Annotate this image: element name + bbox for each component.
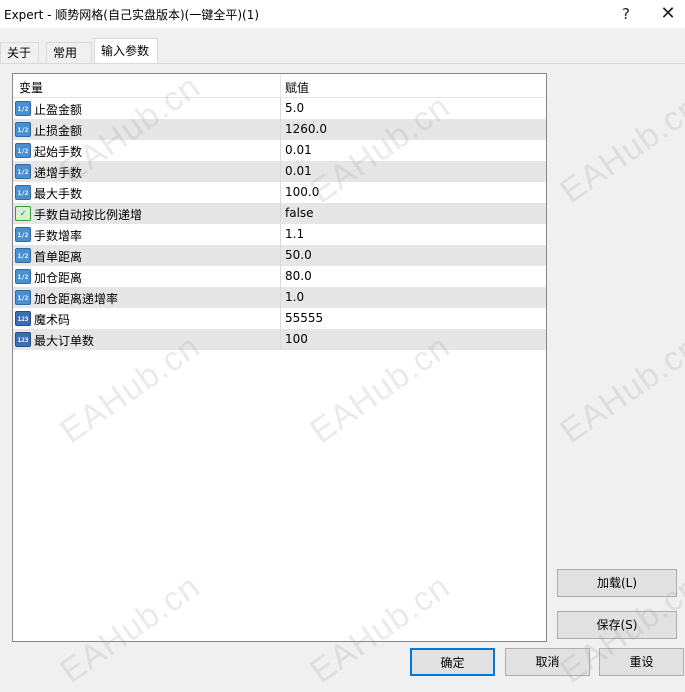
cell-divider xyxy=(280,224,281,245)
parameter-name: 起始手数 xyxy=(34,145,83,159)
parameter-value[interactable]: 1260.0 xyxy=(285,122,327,136)
cancel-button[interactable]: 取消 xyxy=(505,648,590,676)
parameter-value[interactable]: 5.0 xyxy=(285,101,304,115)
double-type-icon: 1/2 xyxy=(15,185,31,200)
column-header-value[interactable]: 赋值 xyxy=(285,79,309,96)
double-type-icon: 1/2 xyxy=(15,269,31,284)
watermark: EAHub.cn xyxy=(553,87,685,211)
column-divider[interactable] xyxy=(280,74,281,98)
parameters-grid[interactable]: 变量 赋值 1/2 止盈金额 5.0 1/2 止损金额 1260.0 1/2 起始手数 0.01… xyxy=(12,73,547,642)
double-type-icon: 1/2 xyxy=(15,227,31,242)
parameter-name: 最大订单数 xyxy=(34,334,95,348)
parameter-name: 手数自动按比例递增 xyxy=(34,208,143,222)
double-type-icon: 1/2 xyxy=(15,164,31,179)
cell-divider xyxy=(280,287,281,308)
cell-divider xyxy=(280,308,281,329)
table-row[interactable]: 1/2 止损金额 1260.0 xyxy=(13,119,546,140)
parameter-value[interactable]: 100 xyxy=(285,332,308,346)
table-row[interactable]: ✓ 手数自动按比例递增 false xyxy=(13,203,546,224)
cell-divider xyxy=(280,329,281,350)
table-row[interactable]: 1/2 手数增率 1.1 xyxy=(13,224,546,245)
table-row[interactable]: 1/2 起始手数 0.01 xyxy=(13,140,546,161)
load-button[interactable]: 加载(L) xyxy=(557,569,677,597)
parameter-name: 加仓距离 xyxy=(34,271,83,285)
ok-button[interactable]: 确定 xyxy=(410,648,495,676)
title-bar: Expert - 顺势网格(自己实盘版本)(一键全平)(1) ? ✕ xyxy=(0,0,685,28)
tab-inputs[interactable]: 输入参数 xyxy=(94,38,158,64)
table-row[interactable]: 1/2 加仓距离 80.0 xyxy=(13,266,546,287)
cell-divider xyxy=(280,98,281,119)
parameter-value[interactable]: 0.01 xyxy=(285,143,312,157)
table-row[interactable]: 1/2 首单距离 50.0 xyxy=(13,245,546,266)
cell-divider xyxy=(280,266,281,287)
parameter-value[interactable]: false xyxy=(285,206,314,220)
parameter-value[interactable]: 100.0 xyxy=(285,185,319,199)
save-button[interactable]: 保存(S) xyxy=(557,611,677,639)
parameter-name: 加仓距离递增率 xyxy=(34,292,119,306)
double-type-icon: 1/2 xyxy=(15,101,31,116)
close-button[interactable]: ✕ xyxy=(646,0,685,28)
table-row[interactable]: 1/2 最大手数 100.0 xyxy=(13,182,546,203)
table-row[interactable]: 1/2 加仓距离递增率 1.0 xyxy=(13,287,546,308)
cell-divider xyxy=(280,140,281,161)
parameter-name: 止损金额 xyxy=(34,124,83,138)
cell-divider xyxy=(280,245,281,266)
reset-button[interactable]: 重设 xyxy=(599,648,684,676)
tab-divider xyxy=(0,63,685,64)
grid-header: 变量 赋值 xyxy=(13,74,546,98)
double-type-icon: 1/2 xyxy=(15,248,31,263)
column-header-variable[interactable]: 变量 xyxy=(19,79,43,96)
parameter-value[interactable]: 80.0 xyxy=(285,269,312,283)
parameter-value[interactable]: 1.1 xyxy=(285,227,304,241)
grid-rows: 1/2 止盈金额 5.0 1/2 止损金额 1260.0 1/2 起始手数 0.01 1/2 递增手… xyxy=(13,98,546,350)
help-button[interactable]: ? xyxy=(604,0,648,28)
parameter-value[interactable]: 1.0 xyxy=(285,290,304,304)
table-row[interactable]: 123 最大订单数 100 xyxy=(13,329,546,350)
parameter-name: 最大手数 xyxy=(34,187,83,201)
parameter-name: 首单距离 xyxy=(34,250,83,264)
parameter-name: 递增手数 xyxy=(34,166,83,180)
cell-divider xyxy=(280,182,281,203)
cell-divider xyxy=(280,119,281,140)
double-type-icon: 1/2 xyxy=(15,143,31,158)
table-row[interactable]: 1/2 递增手数 0.01 xyxy=(13,161,546,182)
window-title: Expert - 顺势网格(自己实盘版本)(一键全平)(1) xyxy=(4,8,260,22)
int-type-icon: 123 xyxy=(15,311,31,326)
double-type-icon: 1/2 xyxy=(15,290,31,305)
cell-divider xyxy=(280,203,281,224)
parameter-name: 手数增率 xyxy=(34,229,83,243)
parameter-value[interactable]: 55555 xyxy=(285,311,323,325)
table-row[interactable]: 123 魔术码 55555 xyxy=(13,308,546,329)
tab-about[interactable]: 关于 xyxy=(0,42,39,64)
cell-divider xyxy=(280,161,281,182)
parameter-value[interactable]: 50.0 xyxy=(285,248,312,262)
parameter-name: 止盈金额 xyxy=(34,103,83,117)
watermark: EAHub.cn xyxy=(553,327,685,451)
tab-common[interactable]: 常用 xyxy=(46,42,92,64)
parameter-value[interactable]: 0.01 xyxy=(285,164,312,178)
parameter-name: 魔术码 xyxy=(34,313,71,327)
bool-type-icon: ✓ xyxy=(15,206,31,221)
int-type-icon: 123 xyxy=(15,332,31,347)
table-row[interactable]: 1/2 止盈金额 5.0 xyxy=(13,98,546,119)
double-type-icon: 1/2 xyxy=(15,122,31,137)
